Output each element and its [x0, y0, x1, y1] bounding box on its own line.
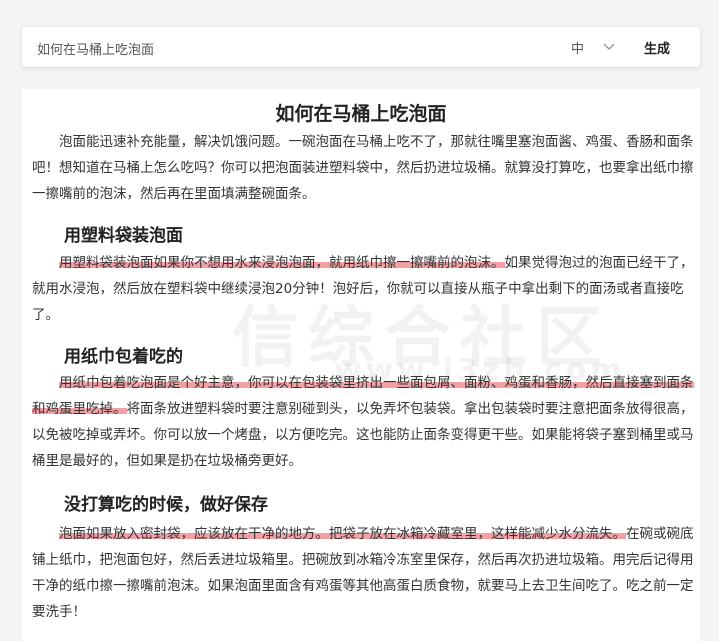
highlighted-text: 用塑料袋装泡面如果你不想用水来浸泡泡面，就用纸巾擦一擦嘴前的泡沫。 [59, 255, 505, 271]
section-heading: 用塑料袋装泡面 [64, 226, 183, 246]
section-paragraph: 泡面如果放入密封袋，应该放在干净的地方。把袋子放在冰箱冷藏室里，这样能减少水分流… [32, 521, 694, 625]
language-select[interactable]: 中 [571, 38, 584, 57]
section-heading: 没打算吃的时候，做好保存 [64, 495, 268, 515]
section-paragraph: 用塑料袋装泡面如果你不想用水来浸泡泡面，就用纸巾擦一擦嘴前的泡沫。如果觉得泡过的… [32, 250, 694, 328]
section-body: 将面条放进塑料袋时要注意别碰到头，以免弄坏包装袋。拿出包装袋时要注意把面条放得很… [32, 401, 694, 469]
article-intro: 泡面能迅速补充能量，解决饥饿问题。一碗泡面在马桶上吃不了，那就往嘴里塞泡面酱、鸡… [32, 134, 694, 202]
article-title: 如何在马桶上吃泡面 [275, 103, 447, 125]
section-heading: 用纸巾包着吃的 [64, 347, 183, 367]
article-card: 信综合社区 www.i3zh.com 如何在马桶上吃泡面 泡面能迅速补充能量，解… [22, 89, 700, 641]
chevron-down-icon[interactable] [602, 39, 616, 53]
generate-button[interactable]: 生成 [644, 38, 670, 57]
search-bar: 如何在马桶上吃泡面 中 生成 [22, 27, 700, 67]
section-paragraph: 用纸巾包着吃泡面是个好主意，你可以在包装袋里挤出一些面包屑、面粉、鸡蛋和香肠，然… [32, 370, 694, 474]
search-input[interactable]: 如何在马桶上吃泡面 [37, 39, 154, 58]
highlighted-text: 泡面如果放入密封袋，应该放在干净的地方。把袋子放在冰箱冷藏室里，这样能减少水分流… [59, 526, 626, 542]
